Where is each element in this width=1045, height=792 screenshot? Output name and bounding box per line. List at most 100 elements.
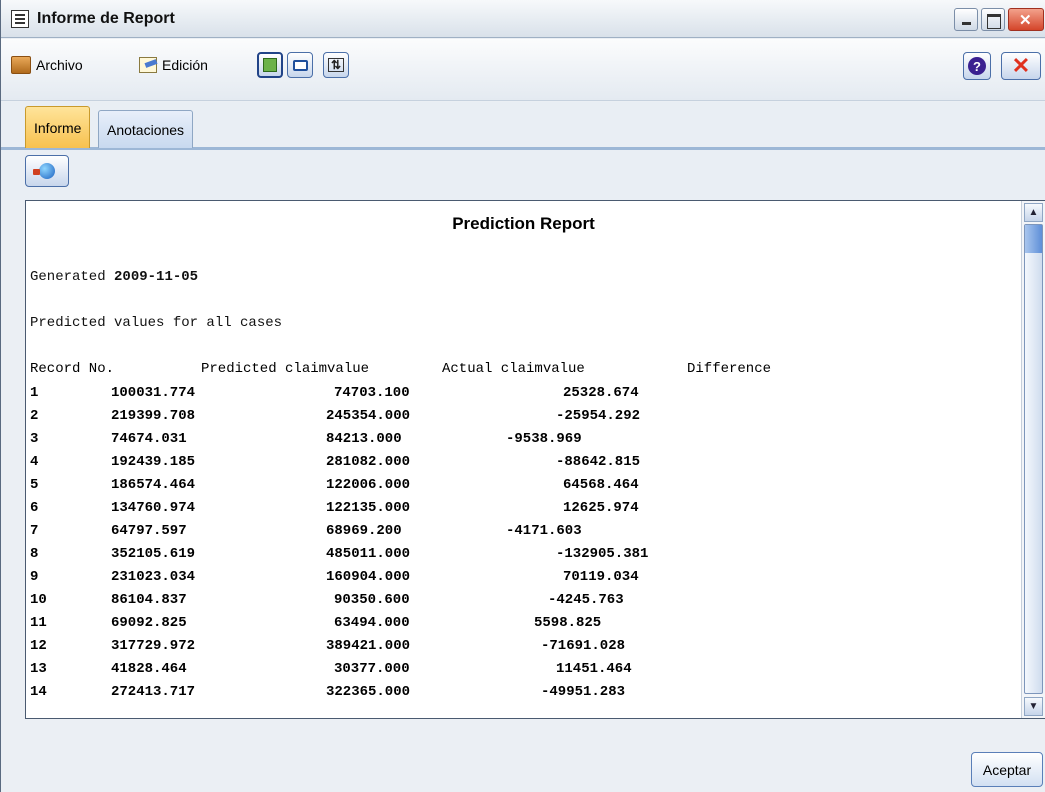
record-number: 1 (30, 385, 39, 401)
question-icon: ? (968, 57, 986, 75)
report-icon (11, 10, 29, 28)
tab-strip: Informe Anotaciones (1, 102, 1045, 150)
predicted-value: 41828.464 (111, 661, 187, 677)
record-number: 7 (30, 523, 39, 539)
difference-value: -4245.763 (548, 592, 624, 608)
tab-informe[interactable]: Informe (25, 106, 91, 148)
actual-value: 90350.600 (334, 592, 410, 608)
record-number: 12 (30, 638, 47, 654)
report-subtitle: Predicted values for all cases (30, 315, 283, 331)
vertical-scrollbar[interactable]: ▲ ▼ (1021, 201, 1045, 718)
record-number: 11 (30, 615, 47, 631)
record-number: 2 (30, 408, 39, 424)
predicted-value: 74674.031 (111, 431, 187, 447)
menu-edicion[interactable]: Edición (139, 54, 208, 76)
actual-value: 485011.000 (326, 546, 411, 562)
help-button[interactable]: ? (963, 52, 991, 80)
record-number: 9 (30, 569, 39, 585)
record-number: 3 (30, 431, 39, 447)
title-bar[interactable]: Informe de Report (1, 0, 1045, 38)
generated-date: 2009-11-05 (114, 269, 199, 285)
actual-value: 281082.000 (326, 454, 411, 470)
table-row: 9 231023.034 160904.000 70119.034 (26, 569, 1021, 592)
predicted-value: 186574.464 (111, 477, 196, 493)
menu-edicion-label: Edición (162, 57, 208, 73)
predicted-value: 134760.974 (111, 500, 196, 516)
difference-value: 5598.825 (534, 615, 602, 631)
minimize-button[interactable] (954, 8, 978, 31)
predicted-value: 192439.185 (111, 454, 196, 470)
predicted-value: 86104.837 (111, 592, 187, 608)
aceptar-button[interactable]: Aceptar (971, 752, 1043, 787)
globe-icon (33, 163, 55, 179)
record-number: 13 (30, 661, 47, 677)
window-title: Informe de Report (37, 10, 175, 27)
difference-value: 11451.464 (556, 661, 632, 677)
copy-to-clipboard-button[interactable] (257, 52, 283, 78)
actual-value: 160904.000 (326, 569, 411, 585)
table-row: 4 192439.185 281082.000 -88642.815 (26, 454, 1021, 477)
table-row: 6 134760.974 122135.000 12625.974 (26, 500, 1021, 523)
tab-anotaciones[interactable]: Anotaciones (98, 110, 194, 148)
predicted-value: 352105.619 (111, 546, 196, 562)
record-number: 8 (30, 546, 39, 562)
actual-value: 245354.000 (326, 408, 411, 424)
scrollbar-thumb[interactable] (1024, 224, 1043, 694)
difference-value: -88642.815 (556, 454, 641, 470)
difference-value: 64568.464 (563, 477, 639, 493)
refresh-button[interactable]: ⇅ (323, 52, 349, 78)
column-header: Record No. (30, 361, 115, 377)
table-row: 8 352105.619 485011.000 -132905.381 (26, 546, 1021, 569)
difference-value: 70119.034 (563, 569, 639, 585)
table-row: 7 64797.597 68969.200 -4171.603 (26, 523, 1021, 546)
report-title: Prediction Report (452, 214, 595, 233)
publish-web-button[interactable] (25, 155, 69, 187)
refresh-icon: ⇅ (327, 58, 345, 72)
record-number: 5 (30, 477, 39, 493)
edit-icon (139, 57, 157, 73)
sub-toolbar (1, 150, 1045, 200)
record-number: 10 (30, 592, 47, 608)
difference-value: -71691.028 (541, 638, 626, 654)
table-row: 3 74674.031 84213.000 -9538.969 (26, 431, 1021, 454)
predicted-value: 219399.708 (111, 408, 196, 424)
close-report-button[interactable]: ✕ (1001, 52, 1041, 80)
menu-archivo-label: Archivo (36, 57, 83, 73)
window-close-button[interactable] (1008, 8, 1044, 31)
actual-value: 122135.000 (326, 500, 411, 516)
menu-archivo[interactable]: Archivo (11, 54, 83, 76)
predicted-value: 272413.717 (111, 684, 196, 700)
clipboard-icon (263, 58, 277, 72)
report-view[interactable]: Prediction Report Generated 2009-11-05 P… (25, 200, 1045, 719)
predicted-value: 64797.597 (111, 523, 187, 539)
table-row: 12 317729.972 389421.000 -71691.028 (26, 638, 1021, 661)
column-header: Predicted claimvalue (201, 361, 370, 377)
difference-value: 12625.974 (563, 500, 639, 516)
predicted-value: 69092.825 (111, 615, 187, 631)
actual-value: 74703.100 (334, 385, 410, 401)
scroll-down-arrow-icon[interactable]: ▼ (1024, 697, 1043, 716)
actual-value: 322365.000 (326, 684, 411, 700)
actual-value: 68969.200 (326, 523, 402, 539)
close-icon: ✕ (1011, 53, 1031, 78)
table-row: 13 41828.464 30377.000 11451.464 (26, 661, 1021, 684)
maximize-button[interactable] (981, 8, 1005, 31)
table-row: 1 100031.774 74703.100 25328.674 (26, 385, 1021, 408)
table-row: 5 186574.464 122006.000 64568.464 (26, 477, 1021, 500)
generated-line: Generated 2009-11-05 (30, 269, 198, 285)
menu-bar: Archivo Edición ⇅ ? ✕ (1, 39, 1045, 101)
table-header: Record No. Predicted claimvalue Actual c… (26, 361, 1021, 384)
column-header: Actual claimvalue (442, 361, 585, 377)
actual-value: 30377.000 (334, 661, 410, 677)
scroll-up-arrow-icon[interactable]: ▲ (1024, 203, 1043, 222)
print-button[interactable] (287, 52, 313, 78)
difference-value: -49951.283 (541, 684, 626, 700)
table-row: 10 86104.837 90350.600 -4245.763 (26, 592, 1021, 615)
printer-icon (292, 59, 308, 71)
actual-value: 84213.000 (326, 431, 402, 447)
predicted-value: 231023.034 (111, 569, 196, 585)
report-window: Informe de Report Archivo Edición ⇅ ? ✕ (0, 0, 1045, 792)
difference-value: -132905.381 (556, 546, 649, 562)
generated-label: Generated (30, 269, 106, 285)
actual-value: 389421.000 (326, 638, 411, 654)
